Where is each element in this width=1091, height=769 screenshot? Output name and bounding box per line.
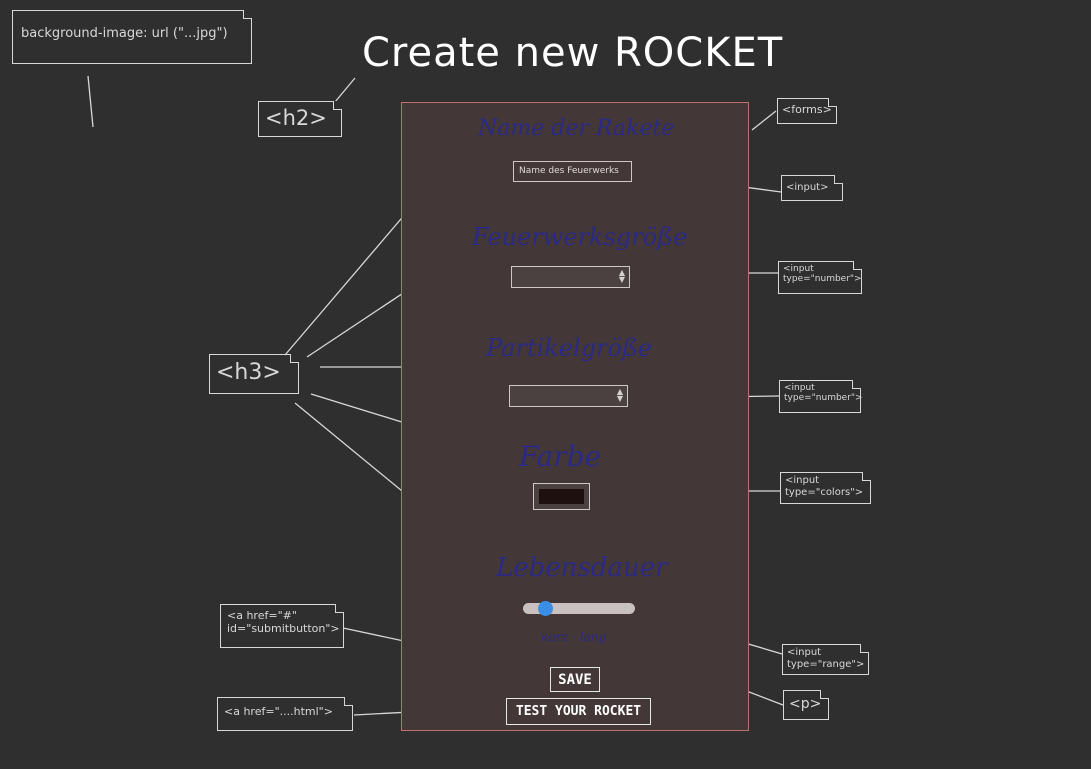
h2-tag-note: <h2> xyxy=(258,101,342,137)
input-color-tag-note: <input type="colors"> xyxy=(780,472,871,504)
forms-tag-note: <forms> xyxy=(777,98,837,124)
lifetime-range-label: kurz - lang xyxy=(541,630,607,644)
rocket-name-placeholder: Name des Feuerwerks xyxy=(519,166,619,176)
heading-rocket-name: Name der Rakete xyxy=(478,116,675,141)
rocket-name-input[interactable]: Name des Feuerwerks xyxy=(513,161,632,182)
h3-tag-note: <h3> xyxy=(209,354,299,394)
color-input[interactable] xyxy=(533,483,590,510)
a-html-tag-note: <a href="....html"> xyxy=(217,697,353,731)
page-title: Create new ROCKET xyxy=(362,30,784,76)
p-tag-note: <p> xyxy=(783,690,829,720)
heading-particle-size: Partikelgröße xyxy=(486,334,653,362)
test-rocket-button[interactable]: TEST YOUR ROCKET xyxy=(506,698,651,725)
input-number-tag-note-2: <input type="number"> xyxy=(779,380,863,413)
slider-thumb[interactable] xyxy=(538,601,553,616)
background-tag-note: background-image: url ("...jpg") xyxy=(12,10,252,64)
input-text-tag-note: <input> xyxy=(781,175,843,201)
connector-background xyxy=(87,75,94,128)
connector-h2 xyxy=(334,77,356,103)
spinner-arrows-icon[interactable]: ▲ ▼ xyxy=(619,269,625,284)
color-swatch xyxy=(539,489,584,504)
connector-forms xyxy=(751,110,777,131)
save-button[interactable]: SAVE xyxy=(550,667,600,692)
heading-color: Farbe xyxy=(519,440,602,473)
heading-firework-size: Feuerwerksgröße xyxy=(472,223,688,251)
firework-size-number-input[interactable]: ▲ ▼ xyxy=(511,266,630,288)
lifetime-range-slider[interactable] xyxy=(523,601,635,616)
input-number-tag-note-1: <input type="number"> xyxy=(778,261,862,294)
particle-size-number-input[interactable]: ▲ ▼ xyxy=(509,385,628,407)
spinner-arrows-icon[interactable]: ▲ ▼ xyxy=(617,388,623,403)
a-submit-tag-note: <a href="#" id="submitbutton"> xyxy=(220,604,344,648)
heading-lifetime: Lebensdauer xyxy=(496,553,668,583)
input-range-tag-note: <input type="range"> xyxy=(782,644,869,675)
